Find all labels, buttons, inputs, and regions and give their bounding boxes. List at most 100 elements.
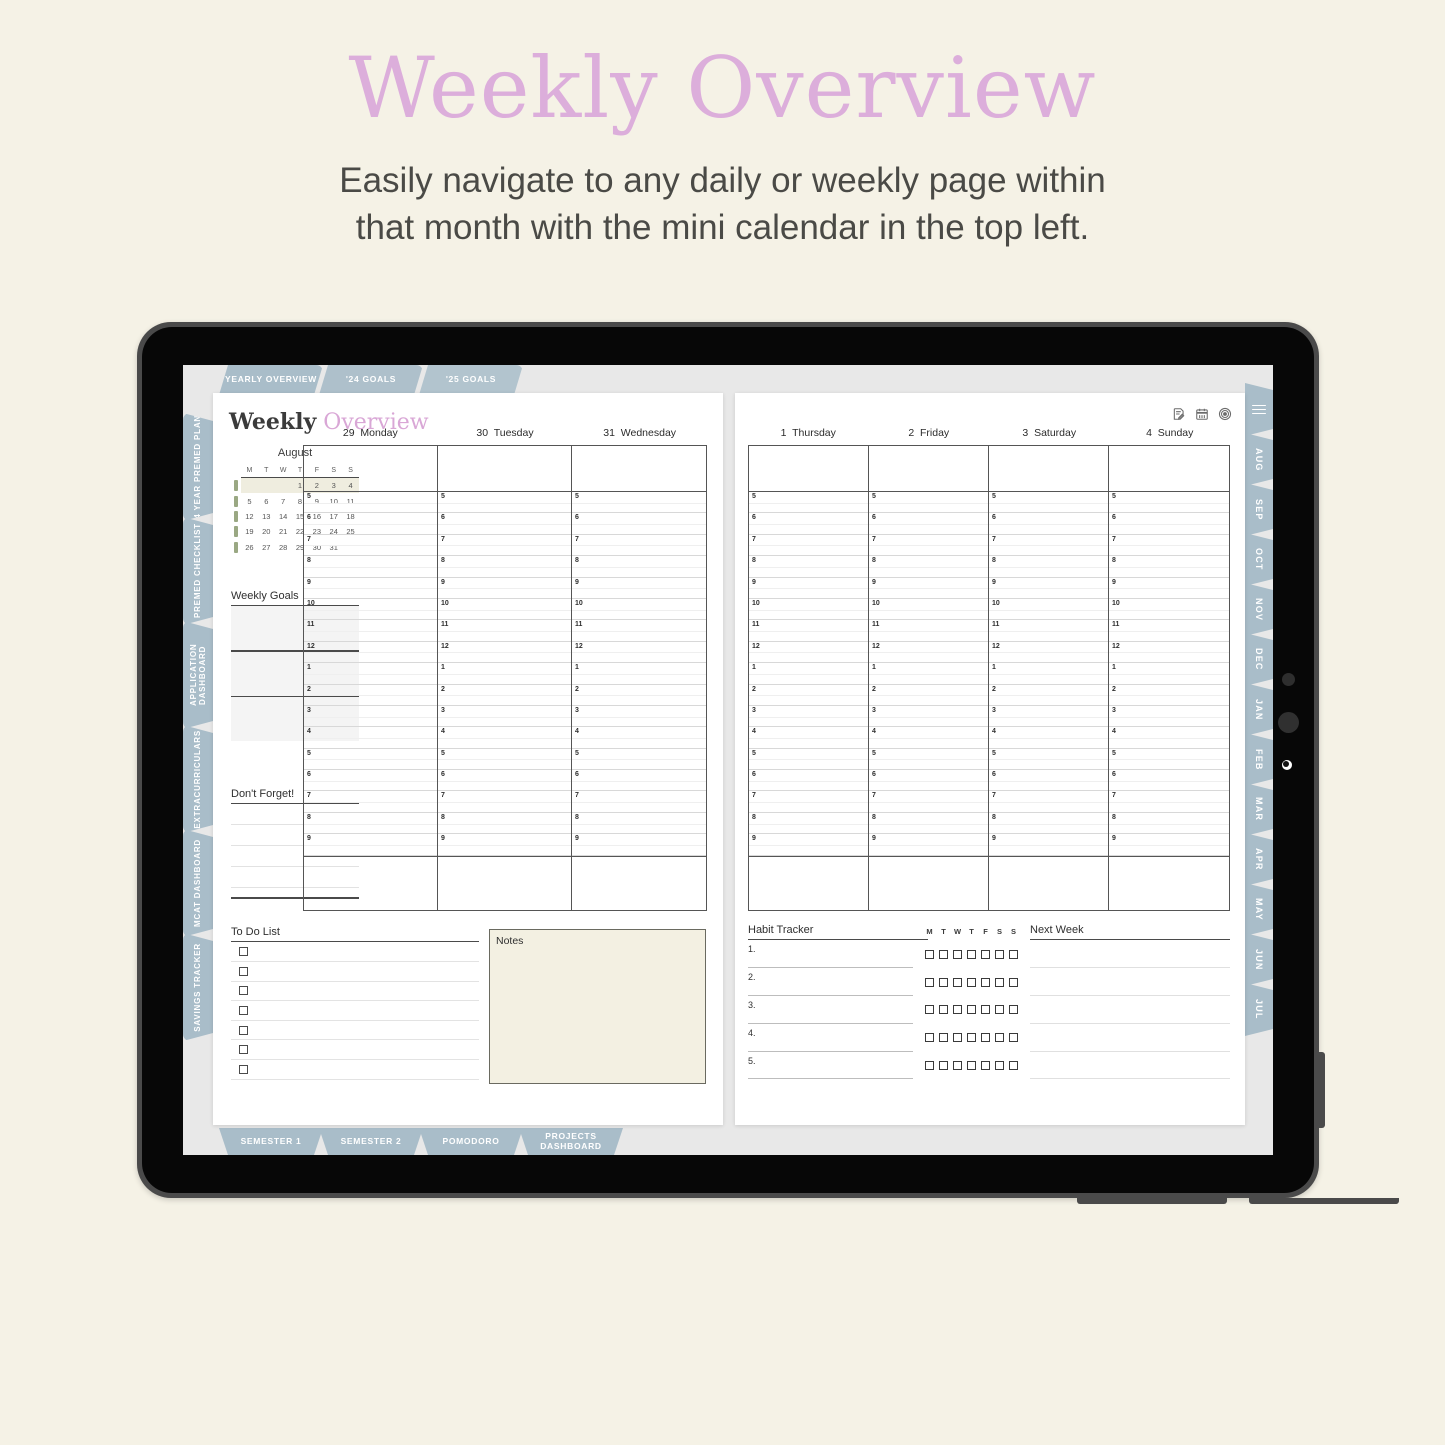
- schedule-hour-cell[interactable]: 6: [572, 770, 706, 792]
- calendar-day-cell[interactable]: 20: [258, 524, 275, 539]
- schedule-hour-cell[interactable]: 10: [989, 599, 1108, 621]
- schedule-day-column[interactable]: 5 6 7 8 9 10 11 12 1 2 3 4 5 6 7 8 9: [749, 446, 869, 910]
- habit-checkbox-icon[interactable]: [995, 949, 1004, 959]
- schedule-hour-cell[interactable]: 8: [989, 556, 1108, 578]
- bottom-tab-pomodoro[interactable]: POMODORO: [419, 1128, 523, 1155]
- schedule-hour-cell[interactable]: 7: [572, 535, 706, 557]
- habit-row[interactable]: 2.: [748, 968, 1018, 996]
- month-tab-oct[interactable]: OCT: [1245, 533, 1273, 586]
- schedule-hour-cell[interactable]: 11: [438, 620, 571, 642]
- next-week-line[interactable]: [1030, 968, 1230, 996]
- schedule-hour-cell[interactable]: 11: [304, 620, 437, 642]
- to-do-row[interactable]: [231, 982, 479, 1002]
- to-do-row[interactable]: [231, 962, 479, 982]
- habit-checkbox-icon[interactable]: [981, 949, 990, 959]
- next-week-line[interactable]: [1030, 1052, 1230, 1080]
- habit-checkbox-icon[interactable]: [995, 977, 1004, 987]
- schedule-hour-cell[interactable]: 7: [304, 791, 437, 813]
- schedule-hour-cell[interactable]: 7: [749, 791, 868, 813]
- schedule-hour-cell[interactable]: 4: [749, 727, 868, 749]
- schedule-hour-cell[interactable]: 8: [869, 813, 988, 835]
- schedule-hour-cell[interactable]: 8: [304, 556, 437, 578]
- schedule-hour-cell[interactable]: 12: [304, 642, 437, 664]
- schedule-hour-cell[interactable]: 2: [304, 685, 437, 706]
- habit-checkbox-icon[interactable]: [939, 977, 948, 987]
- schedule-allday-cell[interactable]: [572, 446, 706, 492]
- schedule-hour-cell[interactable]: 5: [749, 492, 868, 514]
- calendar-day-cell[interactable]: 14: [275, 509, 292, 524]
- schedule-hour-cell[interactable]: 3: [438, 706, 571, 728]
- schedule-hour-cell[interactable]: 8: [1109, 813, 1229, 835]
- schedule-hour-cell[interactable]: 10: [572, 599, 706, 621]
- schedule-day-column[interactable]: 5 6 7 8 9 10 11 12 1 2 3 4 5 6 7 8 9: [304, 446, 438, 910]
- schedule-hour-cell[interactable]: 5: [304, 749, 437, 771]
- schedule-hour-cell[interactable]: 5: [304, 492, 437, 514]
- month-tab-jun[interactable]: JUN: [1245, 933, 1273, 986]
- month-tab-may[interactable]: MAY: [1245, 883, 1273, 936]
- schedule-allday-cell[interactable]: [438, 446, 571, 492]
- habit-checkbox-icon[interactable]: [953, 1033, 962, 1043]
- schedule-hour-cell[interactable]: 9: [869, 578, 988, 599]
- schedule-hour-cell[interactable]: 6: [869, 513, 988, 535]
- habit-checkbox-icon[interactable]: [967, 1060, 976, 1070]
- month-tab-feb[interactable]: FEB: [1245, 733, 1273, 786]
- schedule-hour-cell[interactable]: 2: [749, 685, 868, 706]
- schedule-hour-cell[interactable]: 3: [1109, 706, 1229, 728]
- schedule-day-column[interactable]: 5 6 7 8 9 10 11 12 1 2 3 4 5 6 7 8 9: [869, 446, 989, 910]
- top-tab-24-goals[interactable]: '24 GOALS: [319, 365, 423, 395]
- schedule-hour-cell[interactable]: 4: [869, 727, 988, 749]
- schedule-allday-cell[interactable]: [989, 446, 1108, 492]
- calendar-day-cell[interactable]: 21: [275, 524, 292, 539]
- schedule-hour-cell[interactable]: 5: [869, 749, 988, 771]
- schedule-hour-cell[interactable]: 5: [572, 749, 706, 771]
- schedule-allday-cell[interactable]: [304, 446, 437, 492]
- calendar-day-cell[interactable]: 28: [275, 540, 292, 555]
- month-tab-aug[interactable]: AUG: [1245, 433, 1273, 486]
- month-tab-dec[interactable]: DEC: [1245, 633, 1273, 686]
- habit-tracker-rows[interactable]: 1. 2. 3. 4. 5.: [748, 940, 1018, 1080]
- schedule-hour-cell[interactable]: 3: [304, 706, 437, 728]
- checkbox-icon[interactable]: [239, 1005, 248, 1015]
- schedule-hour-cell[interactable]: 9: [572, 834, 706, 856]
- schedule-hour-cell[interactable]: 8: [572, 556, 706, 578]
- schedule-hour-cell[interactable]: 9: [869, 834, 988, 856]
- schedule-hour-cell[interactable]: 9: [989, 578, 1108, 599]
- schedule-footer-cell[interactable]: [869, 855, 988, 910]
- to-do-row[interactable]: [231, 1040, 479, 1060]
- schedule-hour-cell[interactable]: 10: [749, 599, 868, 621]
- habit-checkbox-icon[interactable]: [1009, 1033, 1018, 1043]
- schedule-footer-cell[interactable]: [438, 855, 571, 910]
- schedule-hour-cell[interactable]: 6: [1109, 770, 1229, 792]
- notes-box[interactable]: Notes: [489, 929, 706, 1084]
- habit-checkbox-icon[interactable]: [981, 1005, 990, 1015]
- schedule-hour-cell[interactable]: 7: [1109, 791, 1229, 813]
- habit-checkbox-icon[interactable]: [995, 1060, 1004, 1070]
- calendar-day-cell[interactable]: 5: [241, 493, 258, 508]
- habit-row[interactable]: 1.: [748, 940, 1018, 969]
- calendar-day-cell[interactable]: 13: [258, 509, 275, 524]
- habit-checkbox-icon[interactable]: [939, 1060, 948, 1070]
- schedule-hour-cell[interactable]: 5: [438, 749, 571, 771]
- schedule-hour-cell[interactable]: 5: [749, 749, 868, 771]
- to-do-list-rows[interactable]: [231, 942, 479, 1080]
- schedule-hour-cell[interactable]: 7: [989, 791, 1108, 813]
- schedule-hour-cell[interactable]: 7: [869, 791, 988, 813]
- schedule-hour-cell[interactable]: 4: [572, 727, 706, 749]
- schedule-hour-cell[interactable]: 6: [869, 770, 988, 792]
- month-tab-apr[interactable]: APR: [1245, 833, 1273, 886]
- schedule-hour-cell[interactable]: 6: [989, 513, 1108, 535]
- calendar-day-cell[interactable]: 26: [241, 540, 258, 555]
- calendar-icon[interactable]: [1195, 407, 1209, 426]
- schedule-hour-cell[interactable]: 7: [869, 535, 988, 557]
- schedule-hour-cell[interactable]: 9: [438, 834, 571, 856]
- habit-checkbox-icon[interactable]: [981, 1033, 990, 1043]
- habit-checkbox-icon[interactable]: [953, 977, 962, 987]
- schedule-hour-cell[interactable]: 7: [989, 535, 1108, 557]
- schedule-hour-cell[interactable]: 5: [1109, 492, 1229, 514]
- schedule-hour-cell[interactable]: 8: [304, 813, 437, 835]
- habit-row[interactable]: 4.: [748, 1024, 1018, 1052]
- month-tab-jul[interactable]: JUL: [1245, 983, 1273, 1036]
- schedule-footer-cell[interactable]: [304, 855, 437, 910]
- calendar-week-marker[interactable]: [231, 540, 241, 555]
- schedule-day-column[interactable]: 5 6 7 8 9 10 11 12 1 2 3 4 5 6 7 8 9: [1109, 446, 1229, 910]
